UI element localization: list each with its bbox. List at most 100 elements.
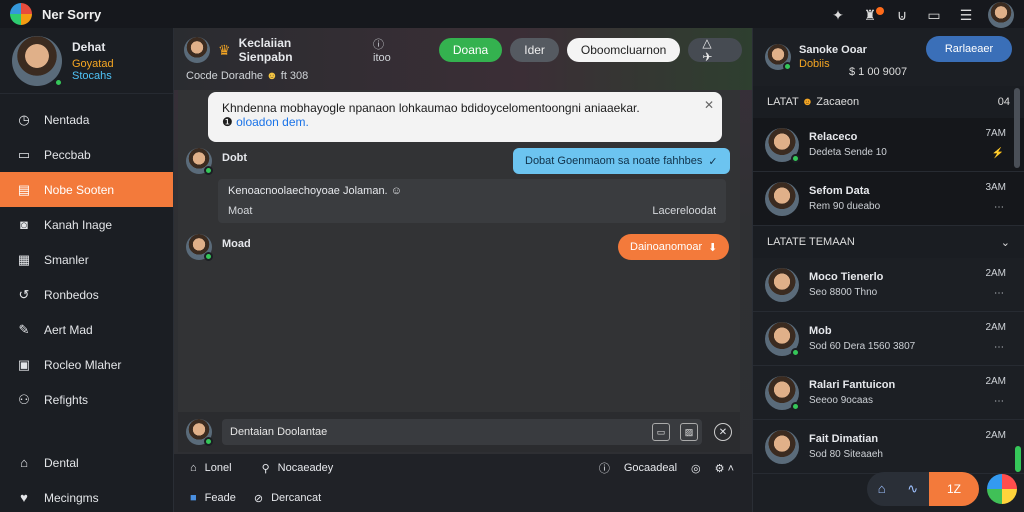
footer-action-button[interactable]: 1Z <box>929 472 979 506</box>
emoji-icon: ☻ <box>801 96 817 108</box>
sidebar-item-label: Nentada <box>44 112 90 127</box>
sender-avatar[interactable] <box>186 234 213 261</box>
section-title: LATATE TEMAAN <box>767 236 855 248</box>
online-indicator <box>791 401 800 411</box>
pen-icon: ✎ <box>18 321 30 337</box>
online-indicator <box>204 437 213 446</box>
friend-item[interactable]: Mob Sod 60 Dera 1560 3807 2AM ⋯ <box>753 312 1024 366</box>
composer: Dentaian Doolantae ▭ ▨ ✕ <box>178 412 740 452</box>
primary-action-button[interactable]: Doana <box>438 38 503 62</box>
settings-icon[interactable]: ✦ <box>828 5 848 25</box>
section-latest: LATAT ☻ Zacaeon 04 <box>753 86 1024 118</box>
search-label[interactable]: Nocaeadey <box>278 462 334 474</box>
scrollbar[interactable] <box>1014 88 1020 168</box>
friend-item[interactable]: Moco Tienerlo Seo 8800 Thno 2AM ⋯ <box>753 258 1024 312</box>
target-icon[interactable]: ◎ <box>691 462 701 475</box>
sidebar-item-kanah-inage[interactable]: ◙ Kanah Inage <box>0 207 173 242</box>
users-icon: ⚇ <box>18 391 30 407</box>
sidebar-item-peccbab[interactable]: ▭ Peccbab <box>0 137 173 172</box>
wave-icon[interactable]: ∿ <box>907 481 918 497</box>
gear-icon[interactable]: ⚙ ˄ <box>715 462 734 475</box>
message-card[interactable]: Kenoacnoolaechoyoae Jolaman. ☺ Moat Lace… <box>218 179 726 223</box>
profile-card[interactable]: Dehat Goyatad Stocahs <box>0 28 173 94</box>
friend-item[interactable]: Fait Dimatian Sod 80 Siteaaeh 2AM <box>753 420 1024 474</box>
home-icon[interactable]: ⌂ <box>190 462 197 474</box>
media-icon[interactable]: ▨ <box>680 423 698 441</box>
online-indicator <box>204 166 213 175</box>
sidebar-item-ronbedos[interactable]: ↺ Ronbedos <box>0 277 173 312</box>
feed-label[interactable]: Feade <box>205 492 236 504</box>
check-icon: ✓ <box>708 155 718 168</box>
sidebar-item-mecingms[interactable]: ♥ Mecingms <box>0 480 174 512</box>
panel-header: Sanoke Ooar Dobiis $ 1 00 9007 Rarlaeaer <box>753 28 1024 86</box>
friend-action-icon[interactable]: ⚡ <box>992 148 1004 159</box>
friend-name: Moco Tienerlo <box>809 271 884 283</box>
notification-icon[interactable]: ♜ <box>860 5 884 25</box>
friend-name: Relaceco <box>809 131 858 143</box>
friend-item[interactable]: Sefom Data Rem 90 dueabo 3AM ⋯ <box>753 172 1024 226</box>
scroll-indicator <box>1015 446 1021 472</box>
link-label[interactable]: Dercancat <box>271 492 321 504</box>
friend-name: Ralari Fantuicon <box>809 379 896 391</box>
friend-name: Mob <box>809 325 832 337</box>
friend-time: 2AM <box>985 430 1006 441</box>
profile-name: Dehat <box>72 39 106 54</box>
profile-badge: Stocahs <box>72 69 112 82</box>
chevron-down-icon[interactable]: ⌄ <box>1001 236 1010 249</box>
online-indicator <box>204 252 213 261</box>
friend-time: 3AM <box>985 182 1006 193</box>
secondary-action-button[interactable]: Ider <box>510 38 559 62</box>
friend-item[interactable]: Relaceco Dedeta Sende 10 7AM ⚡ <box>753 118 1024 172</box>
friend-action-icon[interactable]: ⋯ <box>994 342 1004 353</box>
sidebar-item-label: Rocleo Mlaher <box>44 357 122 372</box>
card-text: Kenoacnoolaechoyoae Jolaman. <box>228 185 388 197</box>
home-icon: ⌂ <box>20 455 28 470</box>
menu-icon[interactable]: ☰ <box>956 5 976 25</box>
search-icon[interactable]: ⚲ <box>262 462 270 475</box>
friend-action-icon[interactable]: ⋯ <box>994 288 1004 299</box>
sidebar-item-smanler[interactable]: ▦ Smanler <box>0 242 173 277</box>
send-icon[interactable]: ✕ <box>714 423 732 441</box>
filter-button[interactable]: Oboomcluarnon <box>566 38 681 62</box>
app-launcher-icon[interactable] <box>987 474 1017 504</box>
attach-icon[interactable]: ▭ <box>652 423 670 441</box>
friend-item[interactable]: Ralari Fantuicon Seeoo 9ocaas 2AM ⋯ <box>753 366 1024 420</box>
friend-status: Seo 8800 Thno <box>809 287 878 298</box>
sidebar-item-aert-mad[interactable]: ✎ Aert Mad <box>0 312 173 347</box>
message-input[interactable]: Dentaian Doolantae ▭ ▨ <box>222 419 702 445</box>
home-label[interactable]: Lonel <box>205 462 232 474</box>
panel-avatar[interactable] <box>765 44 792 71</box>
user-avatar[interactable] <box>988 2 1014 28</box>
friend-action-icon[interactable]: ⋯ <box>994 396 1004 407</box>
bottom-bar: ⌂ Lonel ⚲ Nocaeadey ⓘ Gocaadeal ◎ ⚙ ˄ ■ … <box>174 454 752 512</box>
online-indicator <box>54 77 63 87</box>
outgoing-bubble[interactable]: Dobat Goenmaom sa noate fahhbes ✓ <box>513 148 730 174</box>
clipboard-icon[interactable]: ▭ <box>924 5 944 25</box>
sender-name: Dobt <box>222 152 248 164</box>
online-indicator <box>791 347 800 357</box>
status-label[interactable]: Gocaadeal <box>624 462 677 474</box>
message-list[interactable]: Khndenna mobhayogle npanaon lohkaumao bd… <box>178 90 740 446</box>
profile-status: Goyatad <box>72 57 114 70</box>
chat-subtitle-tail: ft 308 <box>280 70 309 82</box>
chat-icon: ▤ <box>17 181 31 197</box>
action-bubble[interactable]: Dainoanomoar ⬇ <box>618 234 730 260</box>
chat-avatar[interactable] <box>184 37 210 63</box>
sidebar-item-nobe-sooten[interactable]: ▤ Nobe Sooten <box>0 172 173 207</box>
friend-status: Sod 80 Siteaaeh <box>809 449 883 460</box>
shield-icon[interactable]: ⊍ <box>892 5 912 25</box>
close-icon[interactable]: ✕ <box>704 98 714 112</box>
sidebar-item-refights[interactable]: ⚇ Refights <box>0 382 173 417</box>
tooltip-link[interactable]: oloadon dem. <box>236 115 309 129</box>
sender-avatar[interactable] <box>186 148 213 175</box>
friend-name: Sefom Data <box>809 185 870 197</box>
friend-action-icon[interactable]: ⋯ <box>994 202 1004 213</box>
sidebar-item-rocleo-mlaher[interactable]: ▣ Rocleo Mlaher <box>0 347 173 382</box>
home-icon[interactable]: ⌂ <box>878 481 886 497</box>
panel-action-button[interactable]: Rarlaeaer <box>926 36 1012 62</box>
trophy-icon: ♛ <box>218 41 231 58</box>
section-count: 04 <box>997 96 1010 108</box>
header-tools-button[interactable]: △ ✈ <box>688 36 742 64</box>
sidebar-item-nentada[interactable]: ◷ Nentada <box>0 102 173 137</box>
sidebar-item-dental[interactable]: ⌂ Dental <box>0 445 174 480</box>
